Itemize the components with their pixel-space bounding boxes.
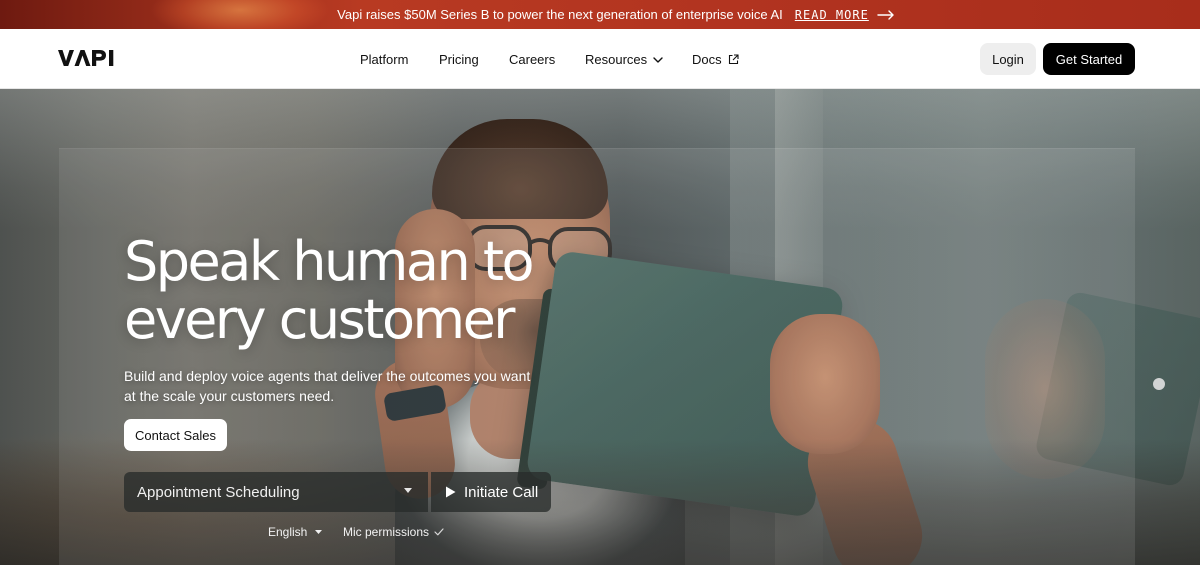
- nav-link-careers[interactable]: Careers: [509, 52, 555, 67]
- nav-link-resources[interactable]: Resources: [585, 52, 663, 67]
- use-case-select[interactable]: Appointment Scheduling: [124, 472, 428, 512]
- mic-permissions-label: Mic permissions: [343, 525, 430, 539]
- play-icon: [445, 486, 456, 498]
- hero-title-line-1: Speak human to: [124, 230, 535, 293]
- nav-link-pricing[interactable]: Pricing: [439, 52, 479, 67]
- hero-title-line-2: every customer: [124, 288, 516, 351]
- mic-permissions-status[interactable]: Mic permissions: [343, 525, 444, 539]
- chevron-down-icon: [653, 56, 663, 63]
- login-button[interactable]: Login: [980, 43, 1036, 75]
- get-started-button[interactable]: Get Started: [1043, 43, 1135, 75]
- language-select-value: English: [268, 525, 308, 539]
- initiate-call-label: Initiate Call: [464, 483, 539, 501]
- arrow-right-icon[interactable]: [877, 7, 895, 23]
- hero-subtitle: Build and deploy voice agents that deliv…: [124, 368, 531, 404]
- caret-down-icon: [404, 488, 412, 493]
- carousel-dot-indicator[interactable]: [1153, 378, 1165, 390]
- nav-link-platform[interactable]: Platform: [360, 52, 408, 67]
- top-navbar: Platform Pricing Careers Resources Docs …: [0, 29, 1200, 89]
- vapi-logo-mark: [58, 50, 114, 66]
- banner-read-more-link[interactable]: READ MORE: [795, 8, 869, 22]
- nav-link-docs[interactable]: Docs: [692, 52, 739, 67]
- nav-link-docs-label: Docs: [692, 52, 722, 67]
- announcement-banner: Vapi raises $50M Series B to power the n…: [0, 0, 1200, 40]
- use-case-select-value: Appointment Scheduling: [137, 483, 300, 501]
- contact-sales-button[interactable]: Contact Sales: [124, 419, 227, 451]
- external-link-icon: [728, 54, 739, 65]
- banner-text: Vapi raises $50M Series B to power the n…: [337, 7, 783, 22]
- language-select[interactable]: English: [268, 525, 323, 539]
- hero-title: Speak human to every customer: [124, 233, 644, 349]
- hero-section: Speak human to every customer Build and …: [0, 89, 1200, 565]
- vapi-logo[interactable]: [58, 48, 116, 68]
- initiate-call-button[interactable]: Initiate Call: [431, 472, 551, 512]
- caret-down-icon: [315, 530, 323, 534]
- nav-link-resources-label: Resources: [585, 52, 648, 67]
- checkmark-icon: [434, 528, 444, 536]
